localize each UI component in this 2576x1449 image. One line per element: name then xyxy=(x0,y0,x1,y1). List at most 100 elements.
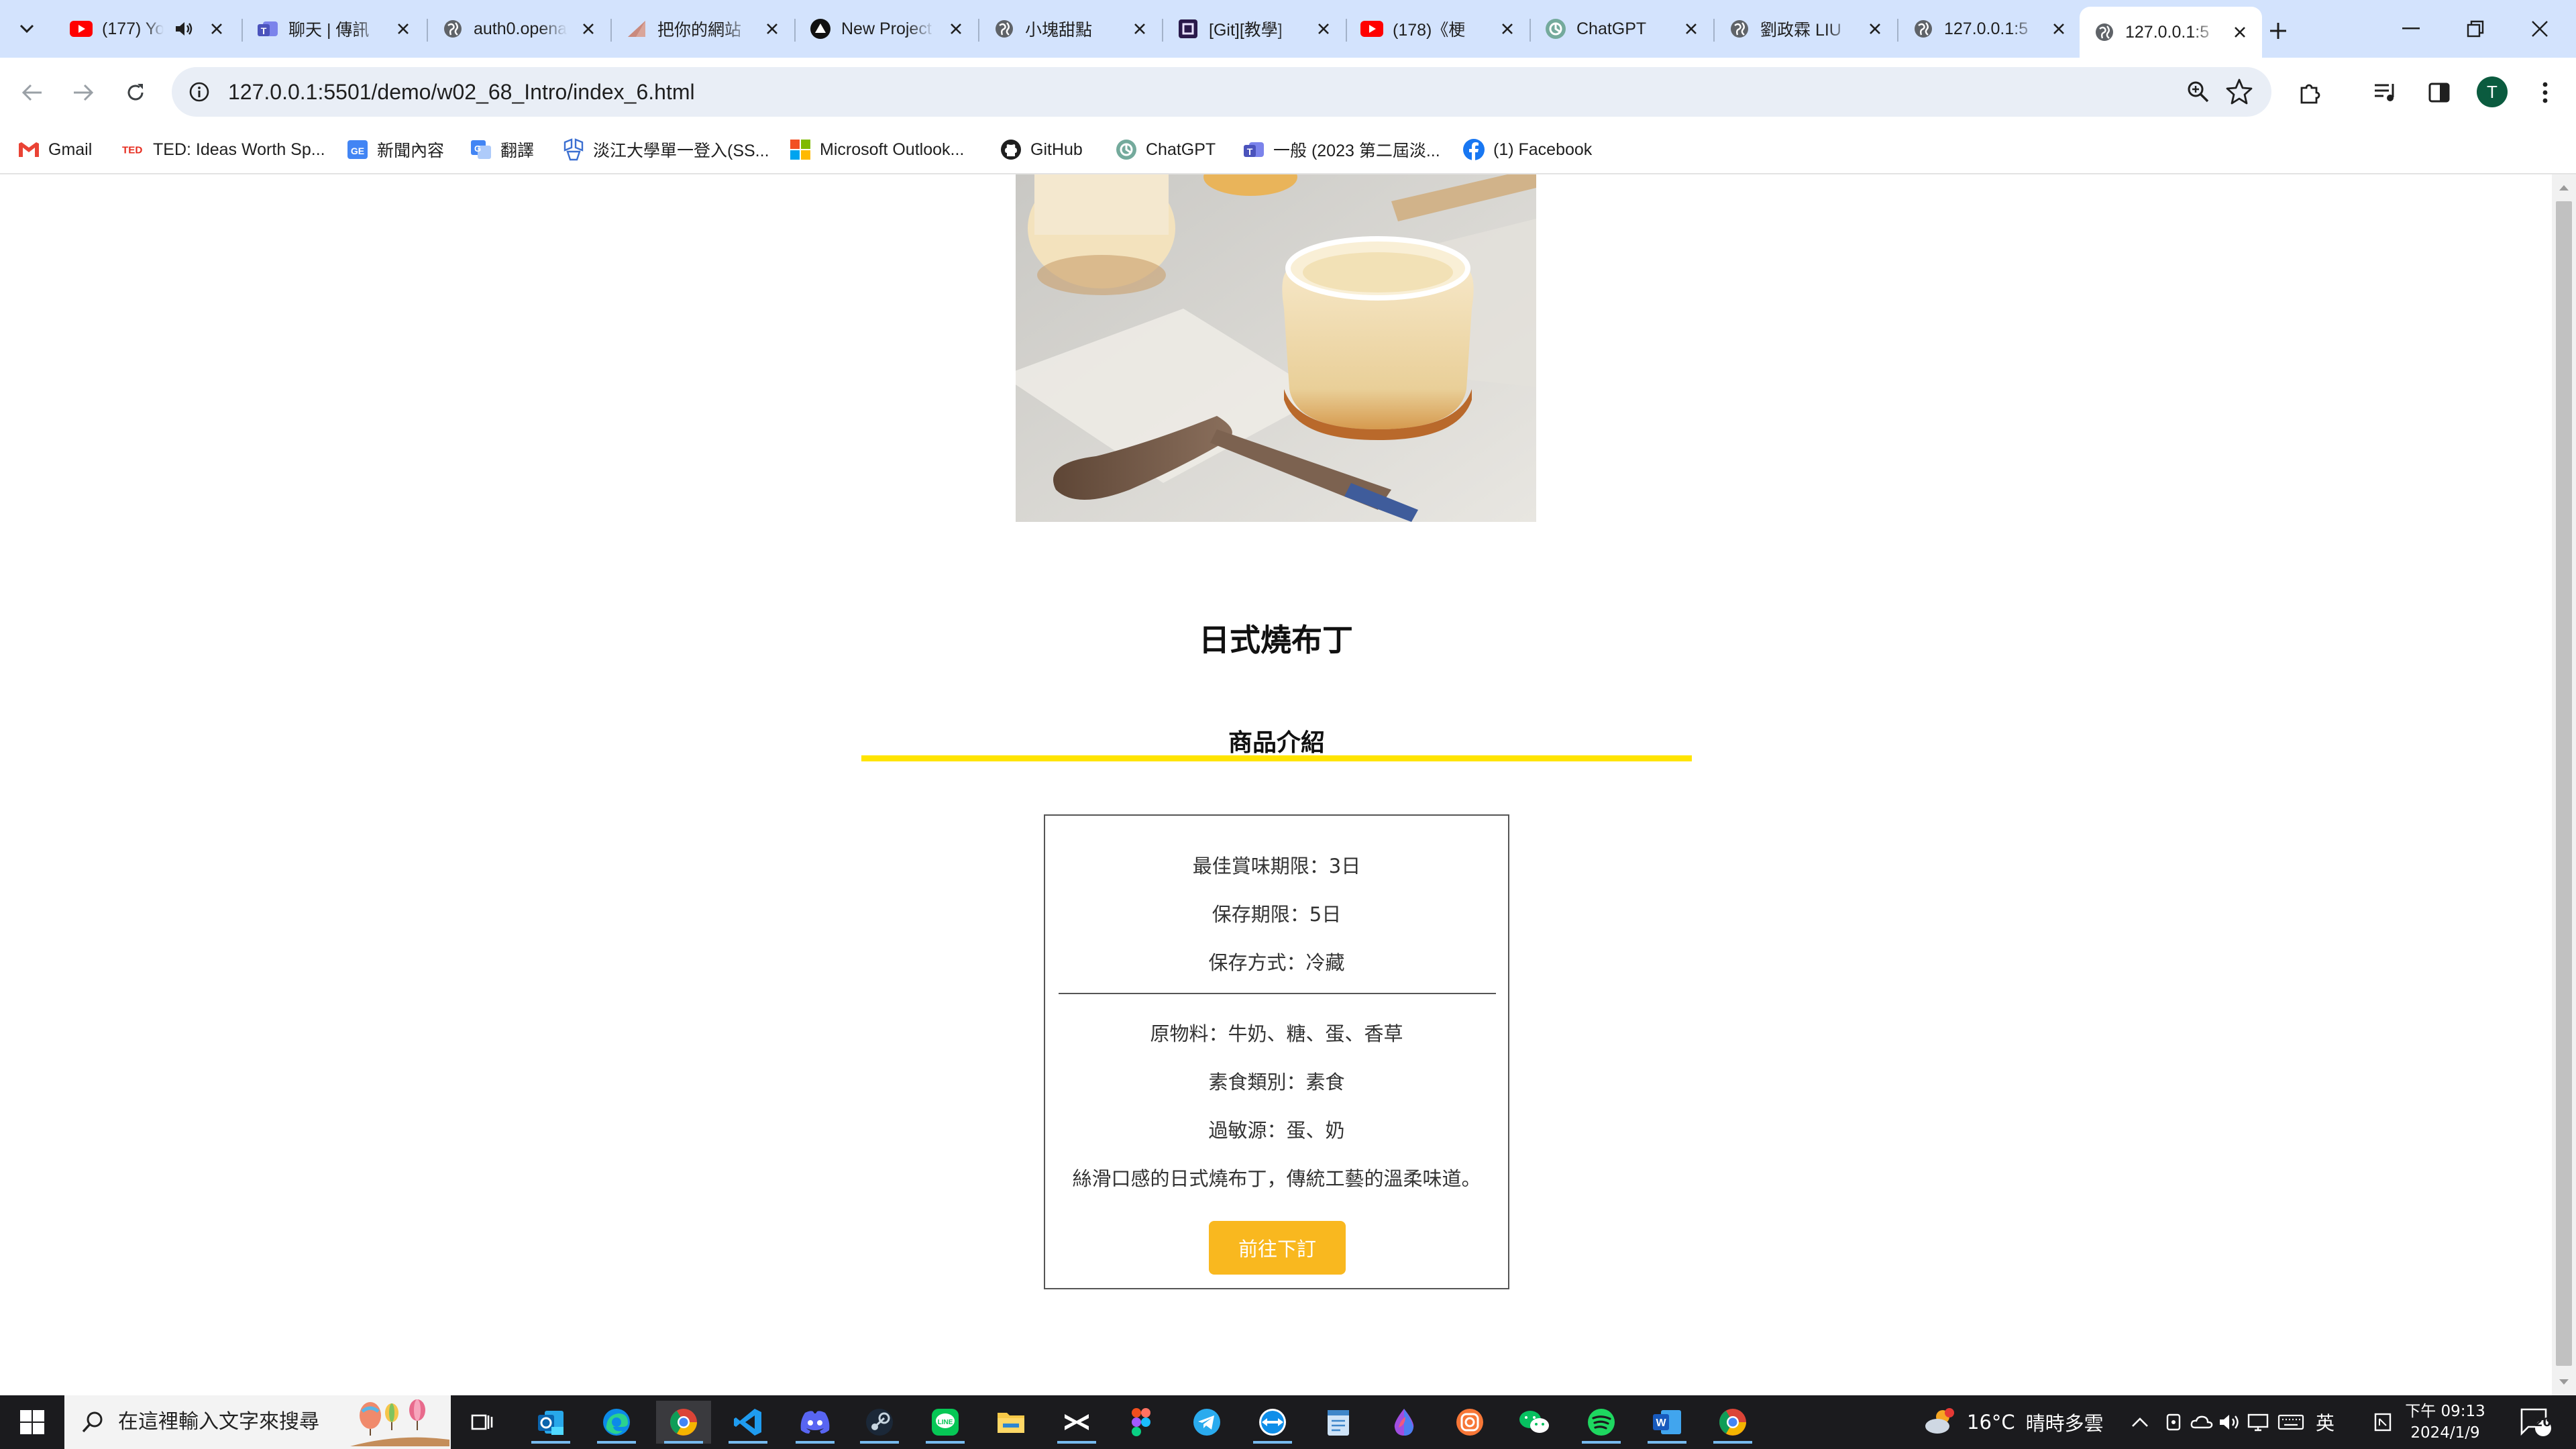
bookmark-label: GitHub xyxy=(1030,140,1083,159)
page-scrollbar[interactable] xyxy=(2552,174,2576,1395)
notification-center-button[interactable]: 20 xyxy=(2509,1395,2563,1449)
taskbar-word[interactable]: W xyxy=(1640,1401,1695,1444)
address-bar[interactable]: 127.0.0.1:5501/demo/w02_68_Intro/index_6… xyxy=(172,67,2271,117)
taskbar-capcut[interactable] xyxy=(1049,1401,1104,1444)
tab-chatgpt[interactable]: ChatGPT xyxy=(1531,8,1713,50)
close-icon[interactable] xyxy=(1864,17,1886,40)
tab-title: 小塊甜點 xyxy=(1025,21,1093,40)
scroll-thumb[interactable] xyxy=(2556,201,2572,1366)
side-panel-button[interactable] xyxy=(2420,74,2458,111)
info-icon[interactable] xyxy=(185,78,213,106)
taskbar-outlook[interactable] xyxy=(523,1401,578,1444)
close-icon[interactable] xyxy=(945,17,967,40)
bookmark-news[interactable]: GE 新聞內容 xyxy=(346,134,444,165)
bookmark-tku[interactable]: 淡江大學單一登入(SS... xyxy=(562,134,769,165)
tray-note-icon[interactable] xyxy=(2369,1395,2396,1449)
close-icon[interactable] xyxy=(1680,17,1703,40)
bookmark-gmail[interactable]: Gmail xyxy=(17,134,92,165)
extensions-button[interactable] xyxy=(2292,74,2329,111)
tab-git-tutorial[interactable]: [Git][教學] xyxy=(1163,8,1346,50)
bookmark-star-icon[interactable] xyxy=(2226,78,2253,107)
taskbar-spotify[interactable] xyxy=(1574,1401,1629,1444)
file-explorer-icon xyxy=(998,1413,1024,1433)
tab-youtube-2[interactable]: (178)《梗 xyxy=(1347,8,1529,50)
bookmark-outlook[interactable]: Microsoft Outlook... xyxy=(789,134,964,165)
close-icon[interactable] xyxy=(2229,21,2251,44)
taskbar-teamviewer[interactable] xyxy=(1245,1401,1300,1444)
speaker-icon[interactable] xyxy=(173,17,196,40)
menu-button[interactable] xyxy=(2526,74,2564,111)
taskbar-clock[interactable]: 下午 09:13 2024/1/9 xyxy=(2402,1401,2489,1444)
taskbar-chrome[interactable] xyxy=(656,1401,711,1444)
taskbar-chrome-2[interactable] xyxy=(1705,1401,1760,1444)
translate-icon: G xyxy=(470,138,492,161)
tab-auth0[interactable]: auth0.openai xyxy=(428,8,610,50)
media-control-button[interactable] xyxy=(2367,74,2404,111)
minimize-button[interactable] xyxy=(2375,0,2447,58)
close-icon[interactable] xyxy=(1128,17,1151,40)
teams-icon: T xyxy=(1242,138,1265,161)
close-icon[interactable] xyxy=(1312,17,1335,40)
url-text[interactable]: 127.0.0.1:5501/demo/w02_68_Intro/index_6… xyxy=(228,67,695,117)
close-icon[interactable] xyxy=(761,17,784,40)
zoom-icon[interactable] xyxy=(2186,79,2211,107)
tab-dessert[interactable]: 小塊甜點 xyxy=(979,8,1162,50)
taskbar-search[interactable]: 在這裡輸入文字來搜尋 xyxy=(64,1395,451,1449)
tab-liu[interactable]: 劉政霖 LIU xyxy=(1715,8,1897,50)
tray-network-icon[interactable] xyxy=(2245,1395,2271,1449)
tray-volume-icon[interactable] xyxy=(2216,1395,2243,1449)
profile-avatar[interactable]: T xyxy=(2477,76,2508,107)
allergen-text: 過敏源：蛋、奶 xyxy=(1208,1119,1345,1142)
tab-search-button[interactable] xyxy=(8,12,46,46)
forward-button[interactable] xyxy=(64,74,102,111)
new-tab-button[interactable] xyxy=(2262,15,2294,47)
tray-expand-button[interactable] xyxy=(2127,1395,2153,1449)
tab-website[interactable]: 把你的網站 xyxy=(612,8,794,50)
github-icon xyxy=(1000,138,1022,161)
close-icon[interactable] xyxy=(1496,17,1519,40)
close-window-button[interactable] xyxy=(2504,0,2576,58)
tab-localhost-active[interactable]: 127.0.0.1:5 xyxy=(2080,7,2262,58)
taskbar-discord[interactable] xyxy=(788,1401,843,1444)
tab-localhost-1[interactable]: 127.0.0.1:5 xyxy=(1898,8,2081,50)
tray-onedrive-icon[interactable] xyxy=(2188,1395,2215,1449)
tab-teams-chat[interactable]: T 聊天 | 傳訊 xyxy=(243,8,425,50)
taskbar-telegram[interactable] xyxy=(1179,1401,1234,1444)
close-icon[interactable] xyxy=(205,17,228,40)
taskbar-wechat[interactable] xyxy=(1507,1401,1562,1444)
start-button[interactable] xyxy=(0,1395,64,1449)
taskbar-notepad[interactable] xyxy=(1311,1401,1366,1444)
scroll-down-arrow[interactable] xyxy=(2557,1375,2571,1389)
tray-device-icon[interactable] xyxy=(2161,1395,2186,1449)
tab-new-project[interactable]: New Project xyxy=(796,8,978,50)
triangle-icon xyxy=(625,17,648,40)
order-button[interactable]: 前往下訂 xyxy=(1209,1221,1346,1275)
tray-keyboard-icon[interactable] xyxy=(2275,1395,2306,1449)
reload-button[interactable] xyxy=(117,74,154,111)
bookmark-github[interactable]: GitHub xyxy=(1000,134,1083,165)
ime-indicator[interactable]: 英 xyxy=(2312,1395,2339,1449)
taskbar-file-explorer[interactable] xyxy=(983,1401,1038,1444)
weather-widget[interactable]: 16°C 晴時多雲 xyxy=(1923,1395,2104,1449)
close-icon[interactable] xyxy=(392,17,415,40)
bookmark-translate[interactable]: G 翻譯 xyxy=(470,134,534,165)
close-icon[interactable] xyxy=(577,17,600,40)
info-divider xyxy=(1059,993,1496,994)
taskbar-edge[interactable] xyxy=(589,1401,644,1444)
taskbar-vscode[interactable] xyxy=(720,1401,775,1444)
task-view-button[interactable] xyxy=(455,1401,510,1444)
scroll-up-arrow[interactable] xyxy=(2557,181,2571,195)
taskbar-drop-app[interactable] xyxy=(1377,1401,1432,1444)
bookmark-chatgpt[interactable]: ChatGPT xyxy=(1115,134,1216,165)
taskbar-steam[interactable] xyxy=(852,1401,907,1444)
close-icon[interactable] xyxy=(2047,17,2070,40)
bookmark-facebook[interactable]: (1) Facebook xyxy=(1462,134,1592,165)
taskbar-line[interactable]: LINE xyxy=(918,1401,973,1444)
taskbar-instagram[interactable] xyxy=(1442,1401,1497,1444)
taskbar-figma[interactable] xyxy=(1114,1401,1169,1444)
bookmark-ted[interactable]: TED TED: Ideas Worth Sp... xyxy=(122,134,325,165)
back-button[interactable] xyxy=(13,74,51,111)
bookmark-teams[interactable]: T 一般 (2023 第二屆淡... xyxy=(1242,134,1440,165)
restore-button[interactable] xyxy=(2439,0,2512,58)
tab-youtube-1[interactable]: (177) YouTube xyxy=(56,8,239,50)
